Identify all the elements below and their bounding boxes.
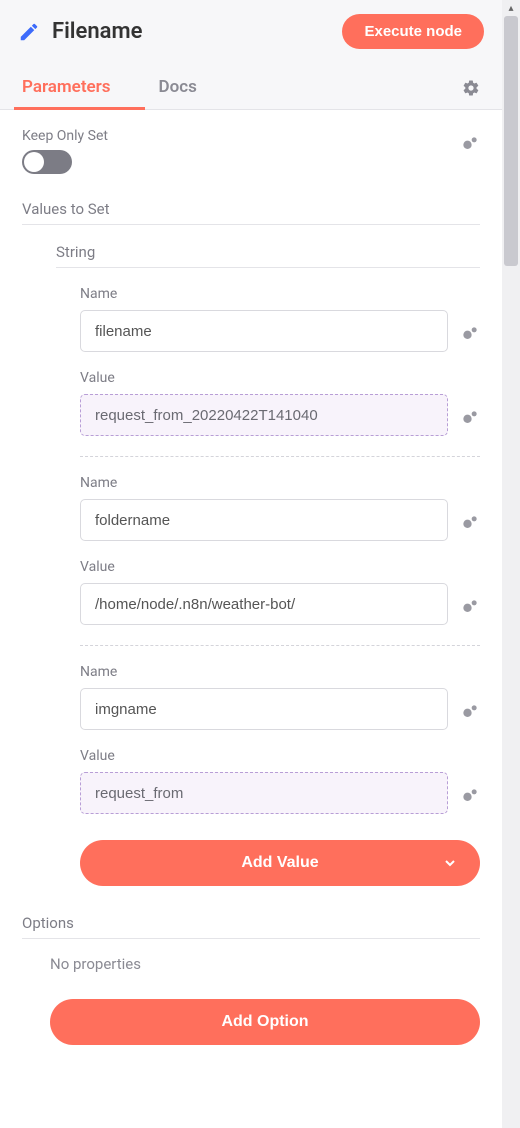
tab-parameters[interactable]: Parameters (18, 67, 115, 109)
vertical-scrollbar[interactable]: ▴ (502, 0, 520, 1128)
values-to-set-label: Values to Set (22, 200, 480, 225)
add-value-label: Add Value (241, 854, 318, 872)
value-label: Value (80, 748, 480, 764)
options-label: Options (22, 914, 480, 939)
add-option-label: Add Option (221, 1013, 308, 1031)
parameters-panel: Keep Only Set Values to Set String Name (0, 110, 502, 1128)
no-properties-text: No properties (50, 955, 480, 973)
add-value-button[interactable]: Add Value (80, 840, 480, 886)
keep-only-set-options-icon[interactable] (460, 128, 480, 154)
name-label: Name (80, 475, 480, 491)
value-label: Value (80, 559, 480, 575)
string-name-input[interactable] (80, 688, 448, 730)
string-value-input[interactable] (80, 583, 448, 625)
scroll-up-icon[interactable]: ▴ (502, 0, 520, 16)
string-name-input[interactable] (80, 310, 448, 352)
field-options-icon[interactable] (460, 402, 480, 428)
chevron-down-icon (442, 855, 458, 871)
settings-icon[interactable] (462, 79, 484, 97)
keep-only-set-label: Keep Only Set (22, 128, 450, 144)
execute-node-button[interactable]: Execute node (342, 14, 484, 49)
field-options-icon[interactable] (460, 591, 480, 617)
edit-icon[interactable] (18, 21, 40, 43)
string-value-input[interactable] (80, 772, 448, 814)
field-options-icon[interactable] (460, 318, 480, 344)
entry-separator (80, 456, 480, 457)
header: Filename Execute node Parameters Docs (0, 0, 502, 109)
string-section-label: String (56, 243, 480, 268)
field-options-icon[interactable] (460, 696, 480, 722)
tab-docs[interactable]: Docs (155, 67, 201, 109)
node-title[interactable]: Filename (52, 19, 330, 44)
field-options-icon[interactable] (460, 780, 480, 806)
keep-only-set-toggle[interactable] (22, 150, 72, 174)
name-label: Name (80, 286, 480, 302)
entry-separator (80, 645, 480, 646)
scrollbar-thumb[interactable] (504, 16, 518, 266)
string-name-input[interactable] (80, 499, 448, 541)
add-option-button[interactable]: Add Option (50, 999, 480, 1045)
tabs: Parameters Docs (18, 67, 484, 109)
name-label: Name (80, 664, 480, 680)
string-value-input[interactable] (80, 394, 448, 436)
field-options-icon[interactable] (460, 507, 480, 533)
value-label: Value (80, 370, 480, 386)
